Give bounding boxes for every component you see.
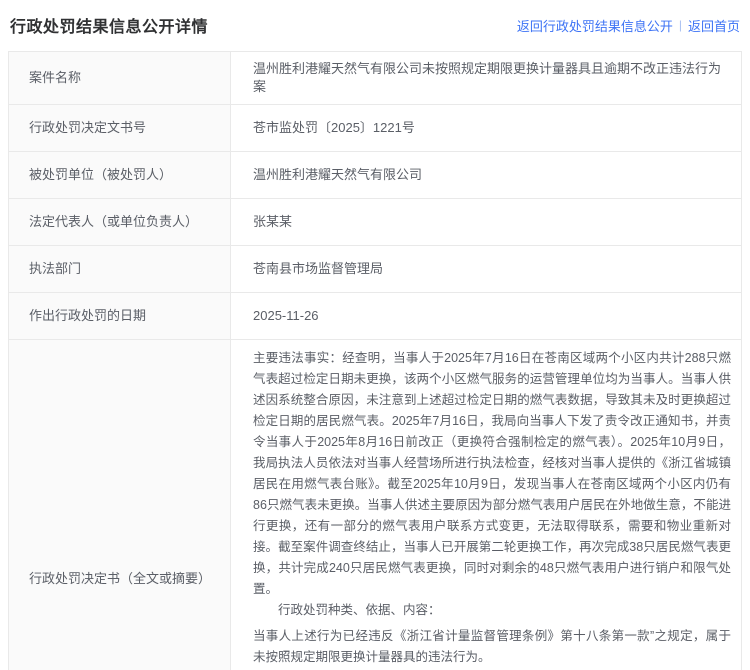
row-label: 行政处罚决定文书号 [9, 105, 231, 152]
row-value: 温州胜利港耀天然气有限公司未按照规定期限更换计量器具且逾期不改正违法行为案 [231, 52, 742, 105]
table-row-enforcement-department: 执法部门 苍南县市场监督管理局 [9, 246, 742, 293]
page-header: 行政处罚结果信息公开详情 返回行政处罚结果信息公开 | 返回首页 [0, 0, 750, 51]
row-label: 被处罚单位（被处罚人） [9, 152, 231, 199]
row-value: 苍市监处罚〔2025〕1221号 [231, 105, 742, 152]
link-divider: | [679, 18, 682, 32]
decision-paragraph-violation: 当事人上述行为已经违反《浙江省计量监督管理条例》第十八条第一款”之规定，属于未按… [253, 626, 731, 668]
back-to-home-link[interactable]: 返回首页 [688, 16, 740, 35]
decision-text-cell: 主要违法事实：经查明，当事人于2025年7月16日在苍南区域两个小区内共计288… [231, 340, 742, 670]
table-row-penalty-date: 作出行政处罚的日期 2025-11-26 [9, 293, 742, 340]
decision-paragraph-facts: 主要违法事实：经查明，当事人于2025年7月16日在苍南区域两个小区内共计288… [253, 348, 731, 600]
penalty-detail-page: 行政处罚结果信息公开详情 返回行政处罚结果信息公开 | 返回首页 案件名称 温州… [0, 0, 750, 670]
row-value: 张某某 [231, 199, 742, 246]
row-label: 行政处罚决定书（全文或摘要） [9, 340, 231, 670]
penalty-info-table: 案件名称 温州胜利港耀天然气有限公司未按照规定期限更换计量器具且逾期不改正违法行… [8, 51, 742, 670]
row-label: 案件名称 [9, 52, 231, 105]
row-value: 2025-11-26 [231, 293, 742, 340]
table-row-legal-representative: 法定代表人（或单位负责人） 张某某 [9, 199, 742, 246]
table-row-punished-party: 被处罚单位（被处罚人） 温州胜利港耀天然气有限公司 [9, 152, 742, 199]
table-row-case-name: 案件名称 温州胜利港耀天然气有限公司未按照规定期限更换计量器具且逾期不改正违法行… [9, 52, 742, 105]
back-to-list-link[interactable]: 返回行政处罚结果信息公开 [517, 16, 673, 35]
table-row-document-number: 行政处罚决定文书号 苍市监处罚〔2025〕1221号 [9, 105, 742, 152]
row-value: 苍南县市场监督管理局 [231, 246, 742, 293]
row-label: 作出行政处罚的日期 [9, 293, 231, 340]
header-nav: 返回行政处罚结果信息公开 | 返回首页 [517, 16, 740, 35]
row-label: 执法部门 [9, 246, 231, 293]
row-value: 温州胜利港耀天然气有限公司 [231, 152, 742, 199]
page-title: 行政处罚结果信息公开详情 [10, 13, 208, 37]
row-label: 法定代表人（或单位负责人） [9, 199, 231, 246]
decision-paragraph-heading: 行政处罚种类、依据、内容： [253, 600, 731, 621]
table-row-decision-document: 行政处罚决定书（全文或摘要） 主要违法事实：经查明，当事人于2025年7月16日… [9, 340, 742, 670]
